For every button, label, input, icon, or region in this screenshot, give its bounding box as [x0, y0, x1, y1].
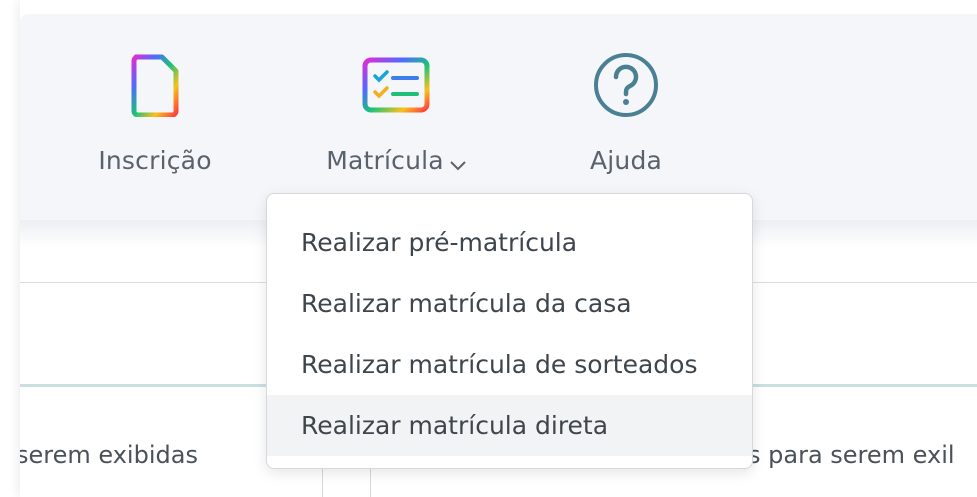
chevron-down-icon	[450, 148, 466, 177]
document-icon	[119, 49, 191, 121]
column-divider	[322, 468, 323, 497]
nav-item-ajuda[interactable]: Ajuda	[556, 14, 696, 214]
help-circle-icon	[590, 49, 662, 121]
top-navigation-bar: Inscrição Matrícula Ajuda	[20, 14, 977, 220]
checklist-icon	[360, 49, 432, 121]
nav-label-matricula: Matrícula	[326, 146, 466, 177]
menu-item-label: Realizar matrícula direta	[301, 411, 609, 440]
matricula-dropdown-menu: Realizar pré-matrícula Realizar matrícul…	[266, 193, 753, 469]
nav-label-ajuda: Ajuda	[589, 146, 663, 175]
menu-item-matricula-sorteados[interactable]: Realizar matrícula de sorteados	[267, 334, 752, 395]
nav-item-inscricao[interactable]: Inscrição	[80, 14, 230, 214]
nav-label-inscricao: Inscrição	[98, 146, 212, 175]
menu-item-label: Realizar matrícula de sorteados	[301, 350, 698, 379]
table-header-right: s para serem exil	[748, 441, 955, 469]
menu-item-matricula-casa[interactable]: Realizar matrícula da casa	[267, 273, 752, 334]
menu-item-pre-matricula[interactable]: Realizar pré-matrícula	[267, 212, 752, 273]
menu-item-label: Realizar pré-matrícula	[301, 228, 578, 257]
menu-item-matricula-direta[interactable]: Realizar matrícula direta	[267, 395, 752, 456]
matricula-text: Matrícula	[326, 146, 444, 175]
column-divider	[370, 468, 371, 497]
menu-item-label: Realizar matrícula da casa	[301, 289, 632, 318]
nav-item-matricula[interactable]: Matrícula	[296, 14, 496, 214]
table-header-left: serem exibidas	[20, 441, 198, 469]
